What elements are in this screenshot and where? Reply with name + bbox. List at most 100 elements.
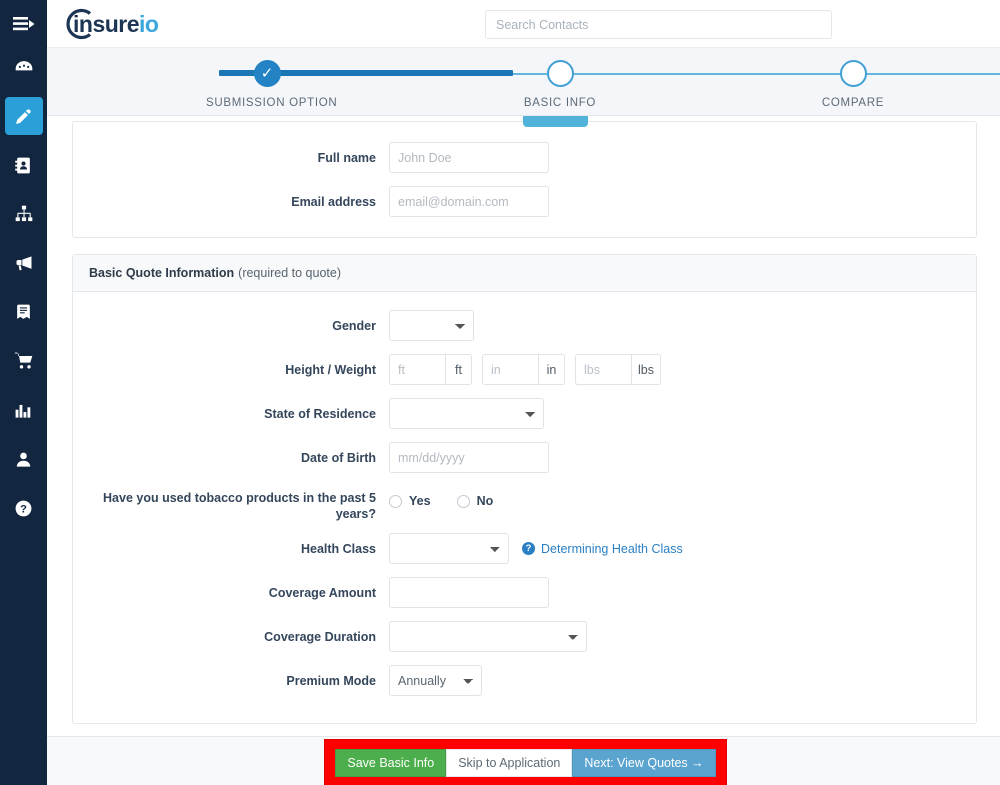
top-bar: insureio	[47, 0, 1000, 48]
question-circle-icon: ?	[522, 542, 535, 555]
state-of-residence-select[interactable]	[389, 398, 544, 429]
logo-accent-text: io	[139, 11, 158, 37]
height-feet-input[interactable]	[389, 354, 445, 385]
coverage-amount-input[interactable]	[389, 577, 549, 608]
form-row-height-weight: Height / Weight ft in lbs	[73, 354, 976, 385]
health-class-select[interactable]	[389, 533, 509, 564]
height-inches-input[interactable]	[482, 354, 538, 385]
radio-circle-icon	[389, 495, 402, 508]
skip-to-application-button[interactable]: Skip to Application	[446, 749, 572, 777]
pencil-icon	[14, 107, 33, 126]
book-icon	[14, 303, 33, 322]
shopping-cart-icon	[14, 351, 34, 371]
stepper-dot-completed: ✓	[254, 60, 281, 87]
form-row-coverage-duration: Coverage Duration	[73, 621, 976, 652]
card-header-note: (required to quote)	[238, 266, 341, 280]
health-class-label: Health Class	[73, 533, 389, 557]
form-row-premium-mode: Premium Mode AnnuallySemi-AnnuallyQuarte…	[73, 665, 976, 696]
sidebar-item-quotes[interactable]	[5, 97, 43, 135]
contact-info-card: Full name Email address	[72, 121, 977, 238]
height-weight-label: Height / Weight	[73, 354, 389, 378]
coverage-duration-select[interactable]	[389, 621, 587, 652]
logo-primary-text: insure	[73, 11, 139, 37]
sidebar-item-store[interactable]	[5, 342, 43, 380]
footer-action-bar: Save Basic Info Skip to Application Next…	[47, 736, 1000, 785]
stepper-dot-current	[547, 60, 574, 87]
sidebar-item-dashboard[interactable]	[5, 48, 43, 86]
form-row-gender: Gender MaleFemale	[73, 310, 976, 341]
dashboard-icon	[14, 57, 34, 77]
date-of-birth-label: Date of Birth	[73, 442, 389, 466]
email-address-label: Email address	[73, 186, 389, 210]
coverage-amount-label: Coverage Amount	[73, 577, 389, 601]
height-feet-group: ft	[389, 354, 472, 385]
hamburger-arrow-icon	[13, 16, 35, 32]
stepper-dot-upcoming	[840, 60, 867, 87]
sidebar-item-help[interactable]: ?	[5, 489, 43, 527]
gender-label: Gender	[73, 310, 389, 334]
main-content: Full name Email address Basic Quote Info…	[47, 116, 1000, 785]
form-row-tobacco: Have you used tobacco products in the pa…	[73, 488, 976, 522]
save-basic-info-button[interactable]: Save Basic Info	[335, 749, 446, 777]
sidebar-item-library[interactable]	[5, 293, 43, 331]
form-row-state-of-residence: State of Residence	[73, 398, 976, 429]
email-address-input[interactable]	[389, 186, 549, 217]
form-row-email-address: Email address	[73, 186, 976, 217]
sidebar: ?	[0, 0, 47, 785]
full-name-input[interactable]	[389, 142, 549, 173]
stepper-label: SUBMISSION OPTION	[206, 97, 328, 109]
coverage-duration-label: Coverage Duration	[73, 621, 389, 645]
date-of-birth-input[interactable]	[389, 442, 549, 473]
premium-mode-select[interactable]: AnnuallySemi-AnnuallyQuarterlyMonthly	[389, 665, 482, 696]
footer-button-group: Save Basic Info Skip to Application Next…	[335, 749, 715, 777]
tobacco-question-label: Have you used tobacco products in the pa…	[73, 488, 389, 522]
form-row-full-name: Full name	[73, 142, 976, 173]
sidebar-item-contacts[interactable]	[5, 146, 43, 184]
card-header: Basic Quote Information (required to quo…	[73, 255, 976, 292]
form-row-date-of-birth: Date of Birth	[73, 442, 976, 473]
state-of-residence-label: State of Residence	[73, 398, 389, 422]
gender-select[interactable]: MaleFemale	[389, 310, 474, 341]
stepper-step-basic-info[interactable]: BASIC INFO	[499, 60, 621, 109]
tobacco-no-label: No	[477, 494, 494, 508]
full-name-label: Full name	[73, 142, 389, 166]
sidebar-toggle-button[interactable]	[0, 0, 47, 48]
stepper-label: BASIC INFO	[499, 97, 621, 109]
section-tab-indicator[interactable]	[523, 116, 588, 127]
sitemap-icon	[14, 204, 34, 224]
stepper-label: COMPARE	[792, 97, 914, 109]
sidebar-item-account[interactable]	[5, 440, 43, 478]
question-mark-icon: ?	[14, 499, 33, 518]
determining-health-class-link[interactable]: ? Determining Health Class	[522, 542, 683, 556]
form-row-health-class: Health Class ? Determining Health Class	[73, 533, 976, 564]
address-book-icon	[14, 156, 33, 175]
tobacco-radio-yes[interactable]: Yes	[389, 494, 431, 508]
sidebar-item-pipeline[interactable]	[5, 195, 43, 233]
tobacco-yes-label: Yes	[409, 494, 431, 508]
weight-unit: lbs	[631, 354, 661, 385]
height-feet-unit: ft	[445, 354, 472, 385]
stepper-step-submission-option[interactable]: ✓ SUBMISSION OPTION	[206, 60, 328, 109]
bullhorn-icon	[14, 253, 34, 273]
user-icon	[14, 450, 33, 469]
search-input[interactable]	[485, 10, 832, 39]
form-row-coverage-amount: Coverage Amount	[73, 577, 976, 608]
stepper-step-compare[interactable]: COMPARE	[792, 60, 914, 109]
tobacco-radio-no[interactable]: No	[457, 494, 494, 508]
bar-chart-icon	[14, 401, 33, 420]
card-header-title: Basic Quote Information	[89, 266, 234, 280]
check-icon: ✓	[261, 65, 274, 82]
sidebar-item-marketing[interactable]	[5, 244, 43, 282]
weight-input[interactable]	[575, 354, 631, 385]
basic-quote-information-card: Basic Quote Information (required to quo…	[72, 254, 977, 724]
height-inches-group: in	[482, 354, 565, 385]
determining-health-class-label: Determining Health Class	[541, 542, 683, 556]
next-view-quotes-button[interactable]: Next: View Quotes →	[572, 749, 715, 777]
weight-group: lbs	[575, 354, 661, 385]
highlight-box: Save Basic Info Skip to Application Next…	[324, 739, 727, 785]
logo-wordmark: insureio	[73, 11, 158, 38]
app-logo[interactable]: insureio	[60, 6, 158, 42]
premium-mode-label: Premium Mode	[73, 665, 389, 689]
height-inches-unit: in	[538, 354, 565, 385]
sidebar-item-reports[interactable]	[5, 391, 43, 429]
